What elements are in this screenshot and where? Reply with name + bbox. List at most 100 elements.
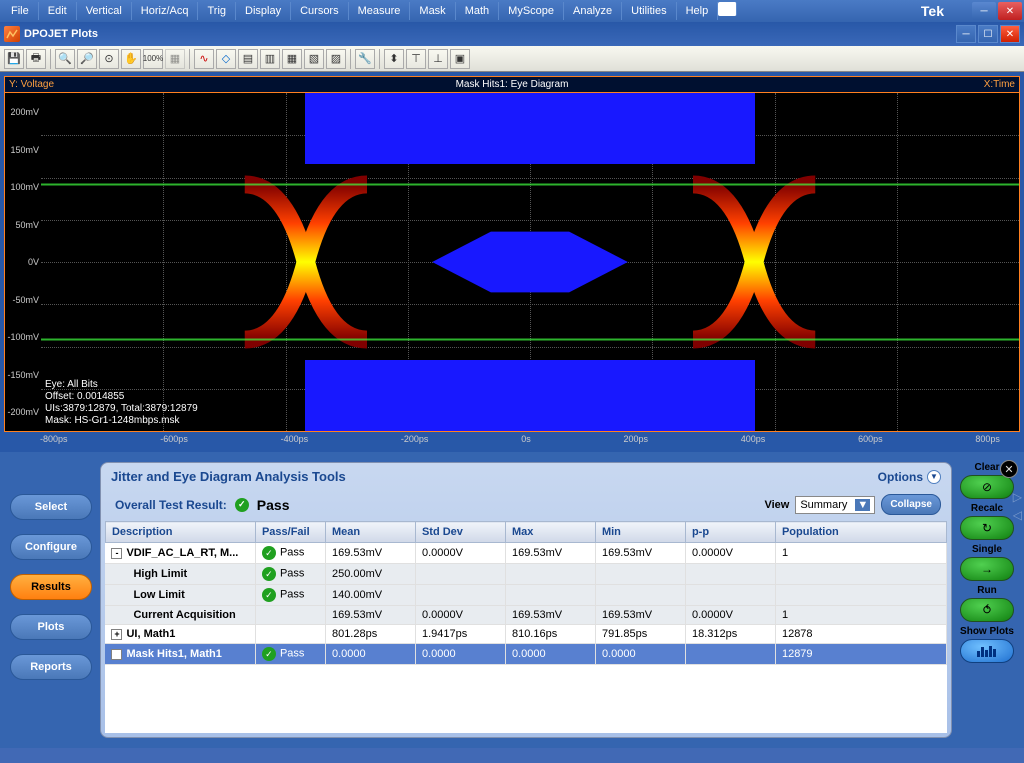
y-tick: 50mV [7, 220, 39, 230]
menu-display[interactable]: Display [236, 2, 291, 20]
recalc-button[interactable]: ↻ [960, 516, 1014, 540]
table-cell: 169.53mV [595, 606, 685, 625]
zoom-in-icon[interactable]: 🔍 [55, 49, 75, 69]
os-minimize-button[interactable]: ─ [972, 2, 996, 20]
zoom-100-icon[interactable]: 100% [143, 49, 163, 69]
zoom-fit-icon[interactable]: ⊙ [99, 49, 119, 69]
table-cell: 0.0000V [685, 543, 775, 564]
table-row[interactable]: High Limit✓Pass250.00mV [105, 564, 946, 585]
grid3-icon[interactable]: ▦ [282, 49, 302, 69]
table-cell: 169.53mV [505, 606, 595, 625]
single-button[interactable]: → [960, 557, 1014, 581]
menu-utilities[interactable]: Utilities [622, 2, 676, 20]
recalc-label: Recalc [971, 503, 1003, 514]
nav-right-icon[interactable]: ▷ [1013, 490, 1022, 504]
col-stddev[interactable]: Std Dev [415, 522, 505, 543]
show-plots-button[interactable] [960, 639, 1014, 663]
table-row[interactable]: Low Limit✓Pass140.00mV [105, 585, 946, 606]
grid1-icon[interactable]: ▤ [238, 49, 258, 69]
menu-help[interactable]: Help [677, 2, 719, 20]
table-row[interactable]: -VDIF_AC_LA_RT, M...✓Pass169.53mV0.0000V… [105, 543, 946, 564]
menu-file[interactable]: File [2, 2, 39, 20]
table-cell: 0.0000 [595, 644, 685, 665]
window-minimize-button[interactable]: ─ [956, 25, 976, 43]
menu-right: Tek ─ ✕ [921, 2, 1022, 20]
help-dropdown[interactable]: ▼ [718, 2, 737, 16]
window-maximize-button[interactable]: ☐ [978, 25, 998, 43]
table-cell: 169.53mV [325, 543, 415, 564]
menu-mask[interactable]: Mask [410, 2, 455, 20]
grid4-icon[interactable]: ▧ [304, 49, 324, 69]
col-mean[interactable]: Mean [325, 522, 415, 543]
y-tick: -100mV [7, 332, 39, 342]
select-icon[interactable]: ▦ [165, 49, 185, 69]
menu-math[interactable]: Math [456, 2, 499, 20]
col-description[interactable]: Description [105, 522, 255, 543]
table-cell: 169.53mV [505, 543, 595, 564]
col-passfail[interactable]: Pass/Fail [255, 522, 325, 543]
results-button[interactable]: Results [10, 574, 92, 600]
plot-area[interactable]: 200mV 150mV 100mV 50mV 0V -50mV -100mV -… [4, 92, 1020, 432]
table-row[interactable]: Current Acquisition169.53mV0.0000V169.53… [105, 606, 946, 625]
menu-myscope[interactable]: MyScope [499, 2, 564, 20]
table-cell: 791.85ps [595, 625, 685, 644]
pass-icon: ✓ [262, 647, 276, 661]
os-close-button[interactable]: ✕ [998, 2, 1022, 20]
collapse-button[interactable]: Collapse [881, 494, 941, 515]
pan-icon[interactable]: ✋ [121, 49, 141, 69]
table-row[interactable]: +Mask Hits1, Math1✓Pass0.00000.00000.000… [105, 644, 946, 665]
col-max[interactable]: Max [505, 522, 595, 543]
dock1-icon[interactable]: ⬍ [384, 49, 404, 69]
col-population[interactable]: Population [775, 522, 946, 543]
panel-close-button[interactable]: ✕ [1000, 460, 1018, 478]
view-label: View [764, 499, 789, 511]
menu-measure[interactable]: Measure [349, 2, 411, 20]
dock2-icon[interactable]: ⊤ [406, 49, 426, 69]
menu-horizacq[interactable]: Horiz/Acq [132, 2, 199, 20]
tree-toggle-icon[interactable]: + [111, 649, 122, 660]
menu-edit[interactable]: Edit [39, 2, 77, 20]
menu-trig[interactable]: Trig [198, 2, 236, 20]
print-icon[interactable]: 🖶 [26, 49, 46, 69]
save-icon[interactable]: 💾 [4, 49, 24, 69]
window-close-button[interactable]: ✕ [1000, 25, 1020, 43]
cursor-h-icon[interactable]: ◇ [216, 49, 236, 69]
col-pp[interactable]: p-p [685, 522, 775, 543]
dock4-icon[interactable]: ▣ [450, 49, 470, 69]
configure-button[interactable]: Configure [10, 534, 92, 560]
table-cell: 12878 [775, 625, 946, 644]
view-select[interactable]: Summary ▼ [795, 496, 875, 514]
table-cell: 250.00mV [325, 564, 415, 585]
nav-left-icon[interactable]: ◁ [1013, 508, 1022, 522]
x-tick: 800ps [975, 434, 1000, 444]
plot-header: Y: Voltage Mask Hits1: Eye Diagram X:Tim… [4, 76, 1020, 92]
table-cell: 1 [775, 606, 946, 625]
overall-result: Pass [257, 497, 290, 513]
run-button[interactable]: ⥀ [960, 598, 1014, 622]
table-cell: Current Acquisition [105, 606, 255, 625]
cursor-v-icon[interactable]: ∿ [194, 49, 214, 69]
left-button-column: Select Configure Results Plots Reports [10, 462, 92, 738]
table-cell: +Mask Hits1, Math1 [105, 644, 255, 665]
zoom-out-icon[interactable]: 🔎 [77, 49, 97, 69]
table-row[interactable]: +UI, Math1801.28ps1.9417ps810.16ps791.85… [105, 625, 946, 644]
reports-button[interactable]: Reports [10, 654, 92, 680]
tree-toggle-icon[interactable]: - [111, 548, 122, 559]
plots-button[interactable]: Plots [10, 614, 92, 640]
select-button[interactable]: Select [10, 494, 92, 520]
tree-toggle-icon[interactable]: + [111, 629, 122, 640]
settings-icon[interactable]: 🔧 [355, 49, 375, 69]
clear-button[interactable]: ⊘ [960, 475, 1014, 499]
dock3-icon[interactable]: ⊥ [428, 49, 448, 69]
overall-label: Overall Test Result: [115, 498, 227, 512]
table-cell [595, 585, 685, 606]
grid5-icon[interactable]: ▨ [326, 49, 346, 69]
menu-vertical[interactable]: Vertical [77, 2, 132, 20]
table-cell [415, 564, 505, 585]
options-button[interactable]: Options ▼ [878, 470, 941, 484]
x-tick: -400ps [281, 434, 309, 444]
col-min[interactable]: Min [595, 522, 685, 543]
menu-cursors[interactable]: Cursors [291, 2, 349, 20]
grid2-icon[interactable]: ▥ [260, 49, 280, 69]
menu-analyze[interactable]: Analyze [564, 2, 622, 20]
